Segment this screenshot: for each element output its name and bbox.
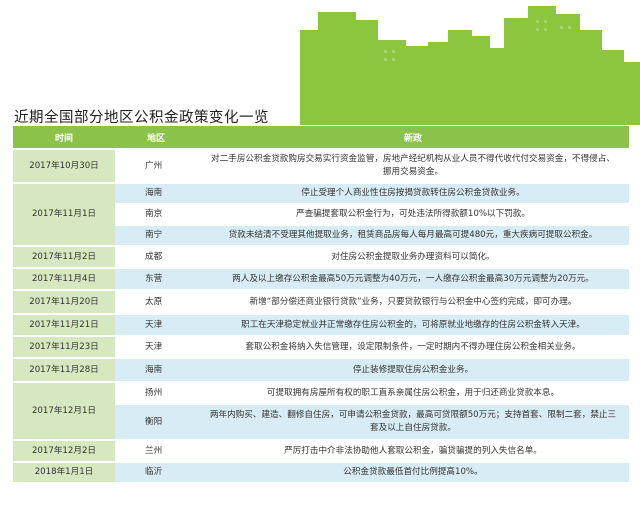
row-region: 天津 xyxy=(115,337,197,359)
row-policy: 两人及以上缴存公积金最高50万元调整为40万元，一人缴存公积金最高30万元调整为… xyxy=(197,269,629,291)
row-region: 南宁 xyxy=(115,226,197,247)
table-row: 2017年10月30日 广州 对二手房公积金贷款购房交易实行资金监管，房地产经纪机构… xyxy=(13,150,629,184)
table-row: 2017年11月23日 天津 套取公积金将纳入失信管理，设定限制条件，一定时期内不得… xyxy=(13,337,629,359)
row-time: 2017年11月28日 xyxy=(13,359,115,383)
row-policy: 停止装修提取住房公积金业务。 xyxy=(197,359,629,383)
table-row: 2017年11月2日 成都 对住房公积金提取业务办理资料可以简化。 xyxy=(13,247,629,269)
row-region: 成都 xyxy=(115,247,197,269)
table-row: 2017年11月20日 太原 新增“部分偿还商业银行贷款”业务，只要贷款银行与公积金… xyxy=(13,291,629,315)
row-region: 海南 xyxy=(115,359,197,383)
column-header-policy: 新政 xyxy=(197,126,629,150)
row-time: 2017年11月20日 xyxy=(13,291,115,315)
table-body: 2017年10月30日 广州 对二手房公积金贷款购房交易实行资金监管，房地产经纪机构… xyxy=(13,150,629,484)
table-row: 2018年1月1日 临沂 公积金贷款最低首付比例提高10%。 xyxy=(13,463,629,484)
table-header-row: 时间 地区 新政 xyxy=(13,126,629,150)
row-policy: 对二手房公积金贷款购房交易实行资金监管，房地产经纪机构从业人员不得代收代付交易资… xyxy=(197,150,629,184)
row-region: 太原 xyxy=(115,291,197,315)
row-time: 2017年12月1日 xyxy=(13,383,115,441)
table-row: 2017年11月28日 海南 停止装修提取住房公积金业务。 xyxy=(13,359,629,383)
policy-table: 时间 地区 新政 2017年10月30日 广州 对二手房公积金贷款购房交易实行资金监… xyxy=(13,126,629,484)
row-policy: 严厉打击中介非法协助他人套取公积金，骗贷骗提的列入失信名单。 xyxy=(197,441,629,463)
column-header-time: 时间 xyxy=(13,126,115,150)
row-time: 2017年11月2日 xyxy=(13,247,115,269)
row-region: 衡阳 xyxy=(115,405,197,441)
table-row: 2017年11月4日 东营 两人及以上缴存公积金最高50万元调整为40万元，一人缴存… xyxy=(13,269,629,291)
row-policy: 公积金贷款最低首付比例提高10%。 xyxy=(197,463,629,484)
row-region: 广州 xyxy=(115,150,197,184)
row-time: 2017年11月4日 xyxy=(13,269,115,291)
row-policy: 停止受理个人商业性住房按揭贷款转住房公积金贷款业务。 xyxy=(197,184,629,205)
row-policy: 新增“部分偿还商业银行贷款”业务，只要贷款银行与公积金中心签约完成，即可办理。 xyxy=(197,291,629,315)
column-header-region: 地区 xyxy=(115,126,197,150)
table-row: 2017年11月1日 海南 停止受理个人商业性住房按揭贷款转住房公积金贷款业务。 xyxy=(13,184,629,247)
row-time: 2017年10月30日 xyxy=(13,150,115,184)
row-policy: 两年内购买、建造、翻修自住房，可申请公积金贷款，最高可贷限额50万元；支持首套、… xyxy=(197,405,629,441)
table-row: 2017年12月2日 兰州 严厉打击中介非法协助他人套取公积金，骗贷骗提的列入失信名… xyxy=(13,441,629,463)
row-region: 南京 xyxy=(115,205,197,226)
row-policy: 贷款未结清不受理其他提取业务，租赁商品房每人每月最高可提480元，重大疾病可提取… xyxy=(197,226,629,247)
row-policy: 职工在天津稳定就业并正常缴存住房公积金的，可将原就业地缴存的住房公积金转入天津。 xyxy=(197,315,629,337)
row-region: 东营 xyxy=(115,269,197,291)
row-region: 兰州 xyxy=(115,441,197,463)
page-title: 近期全国部分地区公积金政策变化一览 xyxy=(14,110,269,126)
row-time: 2017年11月21日 xyxy=(13,315,115,337)
row-time: 2017年12月2日 xyxy=(13,441,115,463)
table-row: 2017年12月1日 扬州 可提取拥有房屋所有权的职工直系亲属住房公积金，用于归还商… xyxy=(13,383,629,441)
row-policy: 对住房公积金提取业务办理资料可以简化。 xyxy=(197,247,629,269)
row-time: 2018年1月1日 xyxy=(13,463,115,484)
row-region: 扬州 xyxy=(115,383,197,405)
row-policy: 套取公积金将纳入失信管理，设定限制条件，一定时期内不得办理住房公积金相关业务。 xyxy=(197,337,629,359)
row-policy: 严查骗提套取公积金行为，可处违法所得款额10%以下罚款。 xyxy=(197,205,629,226)
row-policy: 可提取拥有房屋所有权的职工直系亲属住房公积金，用于归还商业贷款本息。 xyxy=(197,383,629,405)
row-time: 2017年11月23日 xyxy=(13,337,115,359)
row-region: 天津 xyxy=(115,315,197,337)
table-row: 2017年11月21日 天津 职工在天津稳定就业并正常缴存住房公积金的，可将原就业地… xyxy=(13,315,629,337)
row-region: 海南 xyxy=(115,184,197,205)
row-region: 临沂 xyxy=(115,463,197,484)
row-time: 2017年11月1日 xyxy=(13,184,115,247)
